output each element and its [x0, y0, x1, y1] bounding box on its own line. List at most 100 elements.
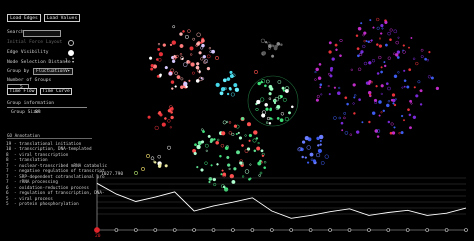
- graph-node: [419, 89, 423, 93]
- graph-node: [368, 61, 372, 65]
- timeline-step-marker[interactable]: [328, 228, 332, 232]
- graph-node: [254, 70, 258, 74]
- graph-node: [402, 44, 405, 47]
- graph-node: [339, 54, 342, 58]
- graph-node: [408, 113, 412, 117]
- timeline-step-marker[interactable]: [269, 228, 274, 232]
- graph-node: [335, 48, 338, 52]
- graph-node: [256, 99, 261, 105]
- graph-node: [376, 26, 380, 30]
- graph-node: [213, 138, 216, 141]
- graph-node: [179, 53, 183, 56]
- graph-node: [380, 84, 384, 88]
- graph-node: [375, 85, 378, 88]
- graph-node: [230, 92, 235, 97]
- timeline-step-marker[interactable]: [386, 228, 391, 232]
- graph-node: [350, 68, 353, 71]
- timeline-current-step: 20: [95, 234, 101, 239]
- graph-node: [244, 134, 247, 137]
- timeline-step-marker[interactable]: [153, 228, 158, 232]
- graph-node: [376, 135, 380, 138]
- graph-node: [238, 136, 243, 140]
- timeline-step-marker[interactable]: [405, 228, 410, 232]
- graph-node: [396, 56, 400, 59]
- graph-node: [393, 29, 398, 34]
- graph-node: [156, 74, 160, 78]
- graph-node: [168, 71, 173, 76]
- graph-node: [281, 86, 285, 90]
- graph-node: [393, 126, 396, 129]
- graph-node: [248, 139, 251, 142]
- timeline-current-marker[interactable]: [94, 227, 100, 233]
- graph-node: [306, 145, 311, 150]
- graph-node: [147, 115, 151, 119]
- graph-node: [188, 79, 191, 82]
- graph-node: [179, 44, 184, 48]
- graph-node: [368, 120, 371, 124]
- network-visualization[interactable]: [0, 0, 474, 241]
- graph-node: [231, 180, 236, 184]
- timeline-step-marker[interactable]: [464, 228, 468, 232]
- graph-node: [320, 161, 325, 165]
- graph-node: [220, 173, 223, 176]
- graph-node: [183, 62, 188, 67]
- graph-node: [384, 20, 388, 25]
- timeline-step-marker[interactable]: [250, 228, 255, 232]
- graph-node: [186, 60, 190, 64]
- graph-node: [378, 114, 381, 117]
- timeline-step-marker[interactable]: [134, 228, 138, 232]
- graph-node: [169, 126, 172, 129]
- graph-node: [315, 98, 319, 102]
- graph-node: [149, 56, 153, 60]
- graph-node: [362, 33, 365, 37]
- timeline-step-marker[interactable]: [231, 228, 235, 232]
- graph-node: [198, 70, 201, 73]
- graph-node: [385, 82, 389, 86]
- timeline-step-marker[interactable]: [289, 228, 294, 232]
- graph-node: [369, 19, 372, 22]
- graph-node: [387, 100, 391, 103]
- graph-node: [317, 148, 323, 154]
- timeline-step-marker[interactable]: [444, 228, 449, 232]
- graph-node: [341, 129, 344, 132]
- graph-node: [419, 103, 423, 106]
- graph-node: [219, 154, 222, 158]
- timeline-step-marker[interactable]: [347, 228, 352, 232]
- graph-node: [397, 71, 400, 74]
- graph-node: [206, 66, 211, 71]
- graph-node: [208, 180, 211, 184]
- graph-node: [324, 154, 329, 159]
- graph-node: [235, 132, 238, 136]
- graph-node: [183, 81, 188, 87]
- graph-node: [371, 59, 376, 63]
- graph-node: [239, 161, 243, 165]
- graph-node: [210, 138, 214, 142]
- graph-node: [227, 163, 231, 167]
- graph-node: [393, 52, 396, 56]
- timeline-step-marker[interactable]: [211, 228, 216, 232]
- graph-node: [380, 32, 383, 35]
- graph-node: [200, 46, 204, 50]
- timeline-step-marker[interactable]: [308, 228, 313, 232]
- graph-node: [264, 102, 269, 107]
- graph-node: [194, 143, 197, 147]
- graph-node: [354, 94, 357, 97]
- graph-node: [174, 71, 178, 75]
- timeline-step-marker[interactable]: [425, 228, 430, 232]
- timeline-step-marker[interactable]: [114, 228, 119, 232]
- graph-node: [376, 17, 380, 22]
- timeline-step-marker[interactable]: [367, 228, 371, 232]
- graph-node: [318, 134, 324, 140]
- timeline-step-marker[interactable]: [172, 228, 177, 232]
- graph-node: [336, 91, 341, 96]
- timeline-step-marker[interactable]: [192, 228, 196, 232]
- graph-node: [146, 154, 150, 158]
- graph-node: [200, 57, 204, 61]
- graph-node: [158, 163, 162, 167]
- graph-node: [180, 77, 184, 81]
- graph-node: [256, 146, 261, 151]
- graph-node: [346, 102, 349, 106]
- graph-node: [260, 38, 266, 43]
- graph-node: [406, 85, 410, 89]
- graph-node: [395, 40, 399, 45]
